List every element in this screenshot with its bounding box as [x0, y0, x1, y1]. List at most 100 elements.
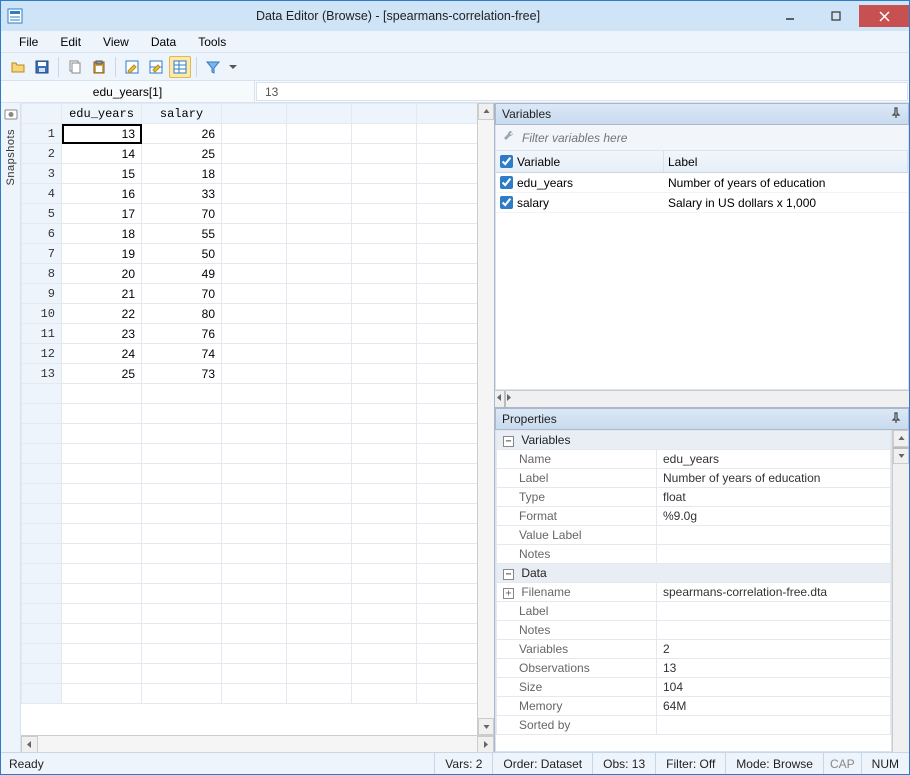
data-cell-empty[interactable]	[222, 584, 287, 604]
data-cell-empty[interactable]	[417, 644, 478, 664]
paste-icon[interactable]	[88, 56, 110, 78]
data-cell-empty[interactable]	[417, 584, 478, 604]
data-cell-empty[interactable]	[352, 504, 417, 524]
data-cell-empty[interactable]	[417, 204, 478, 224]
data-cell-empty[interactable]	[222, 444, 287, 464]
data-cell[interactable]: 13	[62, 124, 142, 144]
data-cell-empty[interactable]	[62, 644, 142, 664]
edit-cell-icon[interactable]	[145, 56, 167, 78]
data-cell-empty[interactable]	[352, 544, 417, 564]
data-cell-empty[interactable]	[352, 304, 417, 324]
data-cell-empty[interactable]	[352, 364, 417, 384]
row-number[interactable]: 6	[22, 224, 62, 244]
data-cell-empty[interactable]	[222, 144, 287, 164]
data-cell-empty[interactable]	[352, 524, 417, 544]
data-cell-empty[interactable]	[287, 644, 352, 664]
data-cell-empty[interactable]	[142, 644, 222, 664]
scroll-right-icon[interactable]	[477, 736, 494, 753]
data-cell-empty[interactable]	[287, 584, 352, 604]
data-cell-empty[interactable]	[222, 324, 287, 344]
data-cell-empty[interactable]	[222, 624, 287, 644]
data-cell-empty[interactable]	[417, 284, 478, 304]
data-cell-empty[interactable]	[417, 504, 478, 524]
data-cell-empty[interactable]	[287, 624, 352, 644]
data-cell-empty[interactable]	[417, 404, 478, 424]
data-cell-empty[interactable]	[142, 584, 222, 604]
data-cell-empty[interactable]	[352, 284, 417, 304]
expander-icon[interactable]: −	[503, 569, 514, 580]
data-cell-empty[interactable]	[417, 664, 478, 684]
data-cell[interactable]: 18	[62, 224, 142, 244]
variables-horizontal-scrollbar[interactable]	[495, 390, 909, 407]
data-cell-empty[interactable]	[417, 144, 478, 164]
data-cell-empty[interactable]	[352, 644, 417, 664]
data-cell-empty[interactable]	[62, 604, 142, 624]
data-cell-empty[interactable]	[417, 484, 478, 504]
row-number[interactable]: 12	[22, 344, 62, 364]
data-cell[interactable]: 76	[142, 324, 222, 344]
data-cell[interactable]: 70	[142, 284, 222, 304]
data-cell[interactable]: 21	[62, 284, 142, 304]
data-cell-empty[interactable]	[352, 464, 417, 484]
menu-view[interactable]: View	[93, 33, 139, 51]
data-cell-empty[interactable]	[352, 324, 417, 344]
data-cell-empty[interactable]	[417, 624, 478, 644]
row-number[interactable]: 10	[22, 304, 62, 324]
data-cell-empty[interactable]	[352, 164, 417, 184]
property-row[interactable]: + Filenamespearmans-correlation-free.dta	[497, 583, 891, 602]
data-cell-empty[interactable]	[287, 184, 352, 204]
data-cell-empty[interactable]	[287, 324, 352, 344]
data-cell-empty[interactable]	[142, 524, 222, 544]
data-cell[interactable]: 14	[62, 144, 142, 164]
data-cell-empty[interactable]	[417, 324, 478, 344]
data-cell-empty[interactable]	[417, 384, 478, 404]
data-cell-empty[interactable]	[222, 304, 287, 324]
variables-head-label[interactable]: Label	[664, 151, 908, 172]
data-cell-empty[interactable]	[62, 424, 142, 444]
property-row[interactable]: Label	[497, 602, 891, 621]
data-cell-empty[interactable]	[287, 664, 352, 684]
wrench-icon[interactable]	[502, 129, 516, 146]
data-cell-empty[interactable]	[287, 384, 352, 404]
menu-data[interactable]: Data	[141, 33, 186, 51]
row-number[interactable]: 5	[22, 204, 62, 224]
data-cell-empty[interactable]	[287, 344, 352, 364]
expander-icon[interactable]: −	[503, 436, 514, 447]
grid-vertical-scrollbar[interactable]	[477, 103, 494, 735]
scroll-track[interactable]	[38, 736, 477, 752]
property-row[interactable]: Value Label	[497, 526, 891, 545]
row-number[interactable]: 3	[22, 164, 62, 184]
data-cell[interactable]: 25	[142, 144, 222, 164]
property-row[interactable]: Memory64M	[497, 697, 891, 716]
data-cell-empty[interactable]	[142, 464, 222, 484]
pin-icon[interactable]	[890, 107, 902, 122]
data-cell-empty[interactable]	[352, 144, 417, 164]
property-row[interactable]: Variables2	[497, 640, 891, 659]
properties-section[interactable]: − Variables	[497, 431, 891, 450]
row-number[interactable]: 11	[22, 324, 62, 344]
data-cell-empty[interactable]	[417, 224, 478, 244]
data-cell-empty[interactable]	[287, 164, 352, 184]
data-cell-empty[interactable]	[142, 404, 222, 424]
data-cell[interactable]: 55	[142, 224, 222, 244]
data-cell-empty[interactable]	[62, 504, 142, 524]
scroll-thumb[interactable]	[893, 447, 909, 449]
data-cell-empty[interactable]	[222, 364, 287, 384]
data-cell-empty[interactable]	[142, 424, 222, 444]
scroll-left-icon[interactable]	[495, 391, 504, 407]
data-cell[interactable]: 80	[142, 304, 222, 324]
cell-reference-name[interactable]: edu_years[1]	[1, 81, 255, 102]
data-cell-empty[interactable]	[222, 204, 287, 224]
data-cell-empty[interactable]	[287, 364, 352, 384]
property-row[interactable]: Observations13	[497, 659, 891, 678]
property-row[interactable]: Size104	[497, 678, 891, 697]
data-cell-empty[interactable]	[417, 444, 478, 464]
data-cell-empty[interactable]	[62, 524, 142, 544]
data-cell-empty[interactable]	[417, 344, 478, 364]
maximize-button[interactable]	[813, 5, 859, 27]
data-cell-empty[interactable]	[352, 564, 417, 584]
data-cell-empty[interactable]	[352, 684, 417, 704]
data-cell-empty[interactable]	[222, 164, 287, 184]
data-cell-empty[interactable]	[352, 484, 417, 504]
row-number[interactable]: 8	[22, 264, 62, 284]
